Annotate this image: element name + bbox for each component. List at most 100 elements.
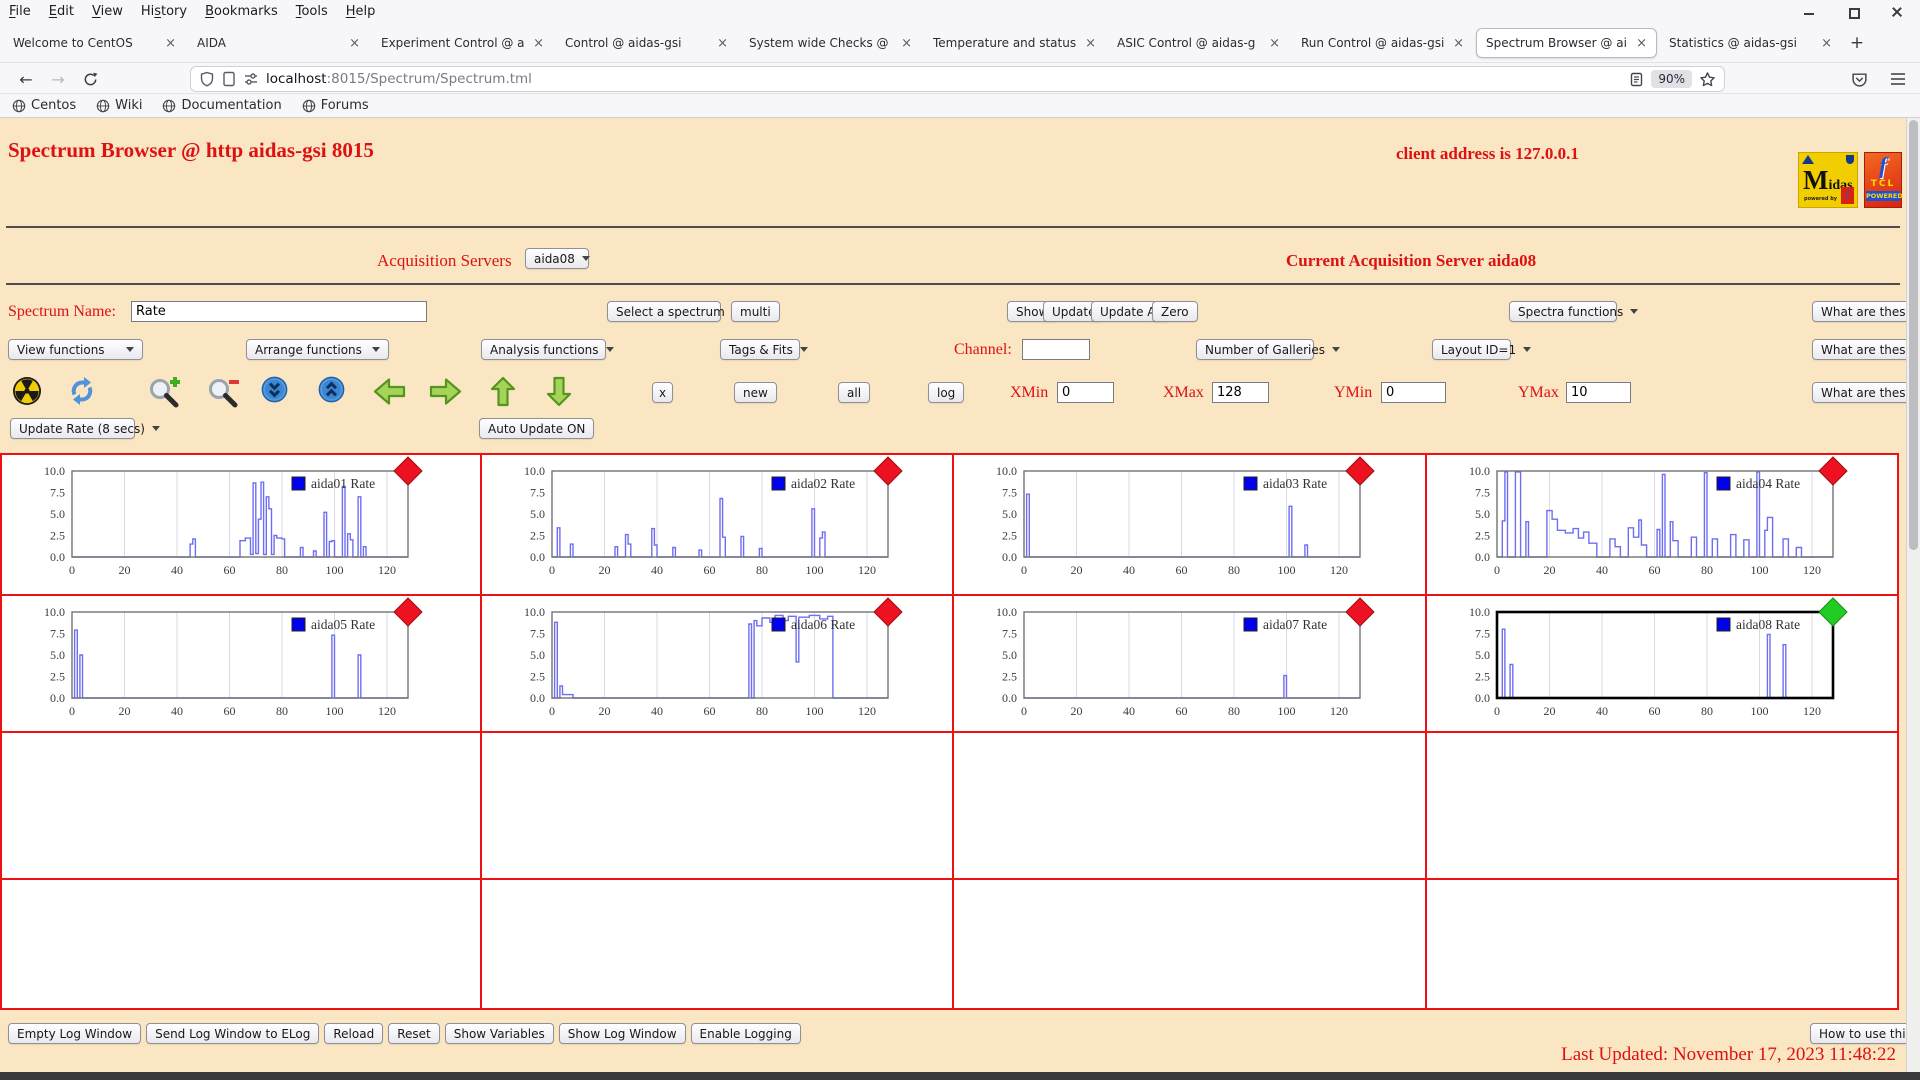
arrow-right-icon[interactable] (429, 376, 462, 411)
ymax-input[interactable] (1566, 382, 1631, 403)
menu-history[interactable]: History (132, 0, 196, 24)
reload-button[interactable]: Reload (324, 1023, 384, 1044)
app-menu-icon[interactable] (1890, 72, 1906, 86)
menu-edit[interactable]: Edit (40, 0, 83, 24)
arrow-up-icon[interactable] (490, 376, 516, 411)
close-window-button[interactable] (1890, 5, 1904, 19)
forward-button[interactable]: → (46, 67, 70, 91)
collapse-all-icon[interactable] (261, 376, 288, 407)
bookmark-star-icon[interactable] (1699, 71, 1716, 88)
tab-experiment-control-a[interactable]: Experiment Control @ a × (372, 28, 553, 58)
page-info-icon[interactable] (222, 71, 236, 87)
reader-mode-icon[interactable] (1629, 72, 1644, 87)
tab-control-aidas-gsi[interactable]: Control @ aidas-gsi × (556, 28, 737, 58)
refresh-icon[interactable] (67, 376, 97, 410)
tab-welcome-to-centos[interactable]: Welcome to CentOS × (4, 28, 185, 58)
send-log-window-to-elog-button[interactable]: Send Log Window to ELog (146, 1023, 320, 1044)
menu-tools[interactable]: Tools (287, 0, 337, 24)
minimize-button[interactable] (1802, 5, 1816, 19)
new-button[interactable]: new (734, 382, 777, 403)
x-button[interactable]: x (652, 382, 674, 403)
url-text[interactable]: localhost:8015/Spectrum/Spectrum.tml (266, 71, 1622, 87)
bookmark-documentation[interactable]: Documentation (162, 98, 282, 113)
radiation-icon[interactable] (12, 376, 42, 410)
view-functions-select[interactable]: View functions (8, 339, 143, 360)
xmin-input[interactable] (1057, 382, 1114, 403)
pocket-icon[interactable] (1851, 71, 1868, 88)
zoom-out-icon[interactable] (206, 376, 240, 412)
spectrum-cell-aida01-rate[interactable]: 0.0 2.5 5.0 7.5 10.0 0 20 40 60 80 100 120 aida01 Ra… (2, 455, 482, 596)
enable-logging-button[interactable]: Enable Logging (690, 1023, 801, 1044)
site-permissions-icon[interactable] (243, 71, 259, 87)
spectrum-cell-aida02-rate[interactable]: 0.0 2.5 5.0 7.5 10.0 0 20 40 60 80 100 120 aida02 Ra… (482, 455, 954, 596)
show-log-window-button[interactable]: Show Log Window (558, 1023, 686, 1044)
tab-close-icon[interactable]: × (717, 36, 728, 51)
multi-button[interactable]: multi (731, 301, 780, 322)
tab-close-icon[interactable]: × (349, 36, 360, 51)
tab-run-control-aidas-gsi[interactable]: Run Control @ aidas-gsi × (1292, 28, 1473, 58)
what-are-these-button[interactable]: What are these? (1812, 301, 1906, 322)
tab-statistics-aidas-gsi[interactable]: Statistics @ aidas-gsi × (1660, 28, 1841, 58)
expand-all-icon[interactable] (318, 376, 345, 407)
reload-button[interactable] (78, 67, 102, 91)
layout-id-select[interactable]: Layout ID=1 (1432, 339, 1532, 360)
menu-view[interactable]: View (83, 0, 132, 24)
maximize-button[interactable] (1846, 5, 1860, 19)
reset-button[interactable]: Reset (388, 1023, 440, 1044)
spectrum-cell-aida04-rate[interactable]: 0.0 2.5 5.0 7.5 10.0 0 20 40 60 80 100 120 aida04 Ra… (1427, 455, 1899, 596)
how-to-use-button[interactable]: How to use this page (1810, 1023, 1906, 1044)
spectrum-cell-aida08-rate[interactable]: 0.0 2.5 5.0 7.5 10.0 0 20 40 60 80 100 120 aida08 Ra… (1427, 596, 1899, 733)
tab-close-icon[interactable]: × (1085, 36, 1096, 51)
tab-temperature-and-status[interactable]: Temperature and status × (924, 28, 1105, 58)
acquisition-server-select[interactable]: aida08 (525, 248, 590, 269)
tab-asic-control-aidas-g[interactable]: ASIC Control @ aidas-g × (1108, 28, 1289, 58)
spectrum-name-input[interactable] (131, 301, 427, 322)
tab-aida[interactable]: AIDA × (188, 28, 369, 58)
bookmark-centos[interactable]: Centos (12, 98, 76, 113)
update-rate-select[interactable]: Update Rate (8 secs) (10, 418, 160, 439)
tab-close-icon[interactable]: × (1636, 36, 1647, 51)
ymin-input[interactable] (1381, 382, 1446, 403)
all-button[interactable]: all (838, 382, 871, 403)
tracking-protection-shield-icon[interactable] (199, 71, 215, 87)
spectra-functions-select[interactable]: Spectra functions (1509, 301, 1639, 322)
channel-input[interactable] (1022, 339, 1090, 360)
tab-close-icon[interactable]: × (533, 36, 544, 51)
new-tab-button[interactable]: + (1844, 30, 1870, 56)
arrow-left-icon[interactable] (373, 376, 406, 411)
menu-help[interactable]: Help (337, 0, 385, 24)
bookmark-wiki[interactable]: Wiki (96, 98, 142, 113)
zoom-level-badge[interactable]: 90% (1651, 70, 1692, 88)
arrange-functions-select[interactable]: Arrange functions (246, 339, 389, 360)
what-are-these-button[interactable]: What are these? (1812, 339, 1906, 360)
tab-spectrum-browser-ai[interactable]: Spectrum Browser @ ai × (1476, 28, 1657, 58)
spectrum-cell-aida05-rate[interactable]: 0.0 2.5 5.0 7.5 10.0 0 20 40 60 80 100 120 aida05 Ra… (2, 596, 482, 733)
spectrum-cell-aida06-rate[interactable]: 0.0 2.5 5.0 7.5 10.0 0 20 40 60 80 100 120 aida06 Ra… (482, 596, 954, 733)
number-of-galleries-select[interactable]: Number of Galleries (1196, 339, 1341, 360)
menu-file[interactable]: File (0, 0, 40, 24)
tab-close-icon[interactable]: × (1269, 36, 1280, 51)
tab-system-wide-checks[interactable]: System wide Checks @ × (740, 28, 921, 58)
scrollbar-thumb[interactable] (1909, 120, 1918, 550)
select-a-spectrum[interactable]: Select a spectrum (607, 301, 740, 322)
zoom-in-icon[interactable] (147, 376, 181, 412)
tab-close-icon[interactable]: × (1453, 36, 1464, 51)
empty-log-window-button[interactable]: Empty Log Window (8, 1023, 142, 1044)
zero-button[interactable]: Zero (1152, 301, 1198, 322)
log-button[interactable]: log (928, 382, 965, 403)
show-variables-button[interactable]: Show Variables (444, 1023, 554, 1044)
spectrum-cell-aida07-rate[interactable]: 0.0 2.5 5.0 7.5 10.0 0 20 40 60 80 100 120 aida07 Ra… (954, 596, 1427, 733)
analysis-functions-select[interactable]: Analysis functions (481, 339, 614, 360)
tab-close-icon[interactable]: × (1821, 36, 1832, 51)
menu-bookmarks[interactable]: Bookmarks (196, 0, 287, 24)
bookmark-forums[interactable]: Forums (302, 98, 369, 113)
spectrum-cell-aida03-rate[interactable]: 0.0 2.5 5.0 7.5 10.0 0 20 40 60 80 100 120 aida03 Ra… (954, 455, 1427, 596)
tab-close-icon[interactable]: × (165, 36, 176, 51)
auto-update-button[interactable]: Auto Update ON (479, 418, 595, 439)
xmax-input[interactable] (1212, 382, 1269, 403)
tab-close-icon[interactable]: × (901, 36, 912, 51)
tags-fits-select[interactable]: Tags & Fits (720, 339, 808, 360)
scrollbar[interactable] (1906, 118, 1920, 1072)
url-bar[interactable]: localhost:8015/Spectrum/Spectrum.tml 90% (190, 66, 1725, 92)
arrow-down-icon[interactable] (546, 376, 572, 411)
